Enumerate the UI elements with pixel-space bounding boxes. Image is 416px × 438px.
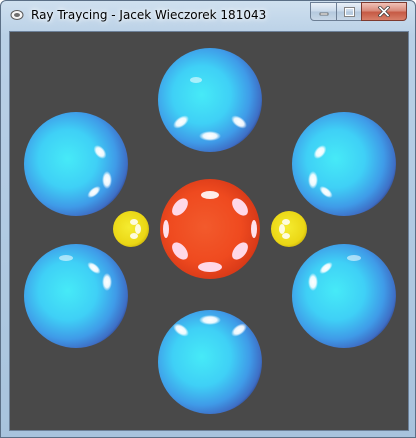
blue-sphere-top	[158, 48, 262, 152]
yellow-sphere-left	[113, 211, 149, 247]
close-button[interactable]	[361, 2, 407, 21]
minimize-icon	[319, 12, 328, 15]
yellow-sphere-right	[271, 211, 307, 247]
ray-traced-scene	[24, 48, 396, 414]
red-sphere-center	[160, 179, 260, 279]
blue-sphere-upper-left	[24, 112, 128, 216]
close-icon	[378, 6, 390, 17]
blue-sphere-lower-right	[292, 244, 396, 348]
minimize-button[interactable]	[310, 2, 337, 21]
render-canvas	[9, 31, 409, 431]
window-title: Ray Traycing - Jacek Wieczorek 181043	[31, 8, 267, 22]
maximize-icon	[343, 6, 355, 17]
application-window: Ray Traycing - Jacek Wieczorek 181043	[0, 0, 416, 438]
blue-sphere-lower-left	[24, 244, 128, 348]
title-bar[interactable]: Ray Traycing - Jacek Wieczorek 181043	[1, 1, 415, 30]
app-icon	[10, 10, 24, 20]
blue-sphere-upper-right	[292, 112, 396, 216]
maximize-button[interactable]	[336, 2, 362, 21]
blue-sphere-bottom	[158, 310, 262, 414]
